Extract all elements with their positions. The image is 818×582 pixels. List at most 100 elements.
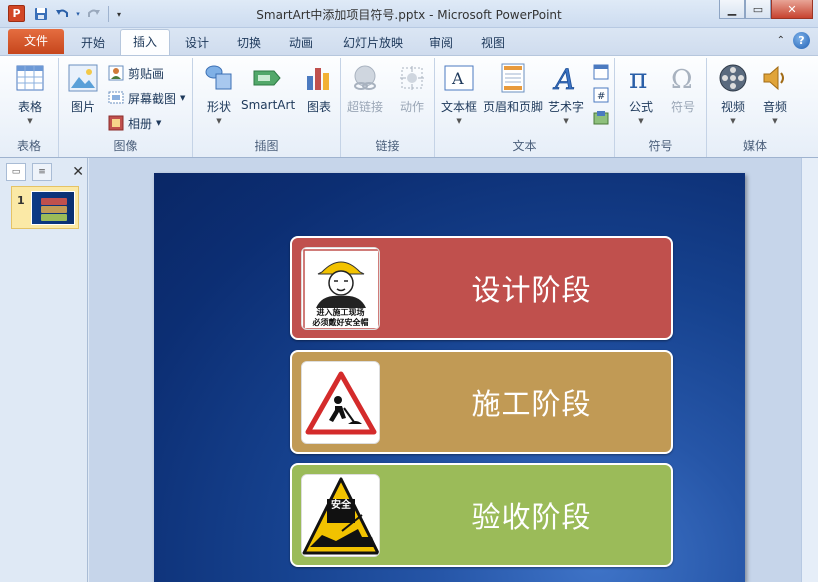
close-icon[interactable]: ✕ bbox=[72, 164, 84, 180]
album-button[interactable]: 相册 ▼ bbox=[108, 113, 161, 133]
group-label-images: 图像 bbox=[113, 139, 138, 153]
svg-text:A: A bbox=[552, 63, 575, 93]
chevron-down-icon: ▼ bbox=[638, 117, 644, 125]
svg-text:A: A bbox=[451, 69, 464, 88]
header-footer-button[interactable]: 页眉和页脚 bbox=[483, 62, 543, 115]
smartart-icon bbox=[252, 62, 284, 94]
roadwork-sign-picture[interactable] bbox=[301, 361, 380, 444]
thumb-bar bbox=[41, 206, 67, 213]
video-button[interactable]: 视频 ▼ bbox=[717, 62, 749, 125]
picture-button[interactable]: 图片 bbox=[67, 62, 99, 115]
title-bar: P ▾ ▾ SmartArt中添加项目符号.pptx - Microsoft P… bbox=[0, 0, 818, 28]
slide-canvas[interactable]: 进入施工现场 必须戴好安全帽 设计阶段 施工阶段 安全 验收阶段 bbox=[154, 173, 745, 582]
film-reel-icon bbox=[717, 62, 749, 94]
smartart-item-label[interactable]: 设计阶段 bbox=[392, 238, 671, 338]
safety-sign-picture[interactable]: 安全 bbox=[301, 474, 380, 557]
slide-number: 1 bbox=[17, 194, 25, 207]
chevron-down-icon: ▼ bbox=[456, 117, 462, 125]
chevron-down-icon: ▼ bbox=[156, 119, 162, 127]
svg-text:π: π bbox=[629, 64, 647, 92]
ribbon-tabs: 文件 开始 插入 设计 切换 动画 幻灯片放映 审阅 视图 ⌃ ? bbox=[0, 28, 818, 56]
tab-file[interactable]: 文件 bbox=[8, 29, 64, 54]
clipart-icon bbox=[108, 65, 124, 81]
group-tables: 表格 ▼ 表格 bbox=[0, 58, 59, 157]
chevron-down-icon: ▼ bbox=[730, 117, 736, 125]
tab-outline[interactable]: ≡ bbox=[32, 163, 52, 181]
header-footer-label: 页眉和页脚 bbox=[483, 100, 544, 114]
window-title: SmartArt中添加项目符号.pptx - Microsoft PowerPo… bbox=[256, 8, 562, 22]
wordart-label: 艺术字 bbox=[548, 100, 585, 114]
smartart-item[interactable]: 安全 验收阶段 bbox=[290, 463, 673, 567]
tab-home[interactable]: 开始 bbox=[72, 31, 114, 55]
smartart-item-label[interactable]: 施工阶段 bbox=[392, 352, 671, 452]
chart-button[interactable]: 图表 bbox=[303, 62, 335, 115]
hyperlink-label: 超链接 bbox=[347, 100, 384, 114]
ribbon: 表格 ▼ 表格 图片 剪贴画 屏幕截图 ▼ 相册 ▼ 图像 形状 ▼ Smart… bbox=[0, 55, 818, 158]
audio-label: 音频 bbox=[762, 100, 787, 114]
help-icon[interactable]: ? bbox=[793, 32, 810, 49]
object-icon bbox=[593, 110, 609, 126]
header-footer-icon bbox=[497, 62, 529, 94]
tab-animations[interactable]: 动画 bbox=[280, 31, 322, 55]
chart-label: 图表 bbox=[306, 100, 331, 114]
action-button[interactable]: 动作 bbox=[396, 62, 428, 115]
collapse-ribbon-icon[interactable]: ⌃ bbox=[777, 35, 785, 46]
chevron-down-icon: ▼ bbox=[27, 117, 33, 125]
slide-thumbnail[interactable] bbox=[11, 186, 79, 229]
smartart-label: SmartArt bbox=[241, 98, 296, 112]
window-controls: ▁ ▭ ✕ bbox=[719, 0, 813, 19]
smartart-button[interactable]: SmartArt bbox=[241, 62, 295, 112]
tab-review[interactable]: 审阅 bbox=[420, 31, 462, 55]
screenshot-button[interactable]: 屏幕截图 ▼ bbox=[108, 88, 185, 108]
table-button[interactable]: 表格 ▼ bbox=[14, 62, 46, 125]
screenshot-label: 屏幕截图 bbox=[128, 91, 177, 106]
smartart-item[interactable]: 进入施工现场 必须戴好安全帽 设计阶段 bbox=[290, 236, 673, 340]
symbol-label: 符号 bbox=[670, 100, 695, 114]
slide-number-button[interactable]: # bbox=[593, 85, 609, 105]
date-time-button[interactable] bbox=[593, 62, 609, 82]
screenshot-icon bbox=[108, 90, 124, 106]
equation-button[interactable]: π 公式 ▼ bbox=[625, 62, 657, 125]
group-links: 超链接 动作 链接 bbox=[341, 58, 435, 157]
maximize-icon[interactable]: ▭ bbox=[745, 0, 771, 19]
smartart-item[interactable]: 施工阶段 bbox=[290, 350, 673, 454]
clipart-button[interactable]: 剪贴画 bbox=[108, 63, 164, 83]
wordart-icon: A bbox=[550, 62, 582, 94]
video-label: 视频 bbox=[720, 100, 745, 114]
tab-view[interactable]: 视图 bbox=[472, 31, 514, 55]
album-icon bbox=[108, 115, 124, 131]
tab-design[interactable]: 设计 bbox=[176, 31, 218, 55]
minimize-icon[interactable]: ▁ bbox=[719, 0, 745, 19]
help-area: ⌃ ? bbox=[777, 32, 810, 49]
table-label: 表格 bbox=[17, 100, 42, 114]
shapes-button[interactable]: 形状 ▼ bbox=[203, 62, 235, 125]
tab-insert[interactable]: 插入 bbox=[120, 29, 170, 56]
speaker-icon bbox=[759, 62, 791, 94]
hyperlink-button[interactable]: 超链接 bbox=[347, 62, 383, 115]
audio-button[interactable]: 音频 ▼ bbox=[759, 62, 791, 125]
textbox-button[interactable]: A 文本框 ▼ bbox=[441, 62, 477, 125]
symbol-button[interactable]: Ω 符号 bbox=[667, 62, 699, 115]
clipart-label: 剪贴画 bbox=[128, 66, 165, 81]
vertical-scrollbar[interactable] bbox=[801, 158, 818, 582]
thumb-bar bbox=[41, 214, 67, 221]
tab-slideshow[interactable]: 幻灯片放映 bbox=[336, 31, 410, 55]
tab-transitions[interactable]: 切换 bbox=[228, 31, 270, 55]
object-button[interactable] bbox=[593, 108, 609, 128]
chart-icon bbox=[303, 62, 335, 94]
picture-label: 图片 bbox=[70, 100, 95, 114]
chevron-down-icon: ▼ bbox=[180, 94, 186, 102]
smartart-item-label[interactable]: 验收阶段 bbox=[392, 465, 671, 565]
group-illustrations: 形状 ▼ SmartArt 图表 插图 bbox=[193, 58, 341, 157]
group-label-illustrations: 插图 bbox=[254, 139, 279, 153]
slide-thumbnail-preview bbox=[31, 191, 75, 225]
hardhat-sign-picture[interactable]: 进入施工现场 必须戴好安全帽 bbox=[301, 247, 380, 330]
group-symbols: π 公式 ▼ Ω 符号 符号 bbox=[615, 58, 707, 157]
wordart-button[interactable]: A 艺术字 ▼ bbox=[548, 62, 584, 125]
textbox-icon: A bbox=[443, 62, 475, 94]
album-label: 相册 bbox=[128, 116, 153, 131]
sign-text: 必须戴好安全帽 bbox=[312, 318, 369, 327]
tab-slides[interactable]: ▭ bbox=[6, 163, 26, 181]
close-icon[interactable]: ✕ bbox=[771, 0, 813, 19]
omega-icon: Ω bbox=[667, 62, 699, 94]
